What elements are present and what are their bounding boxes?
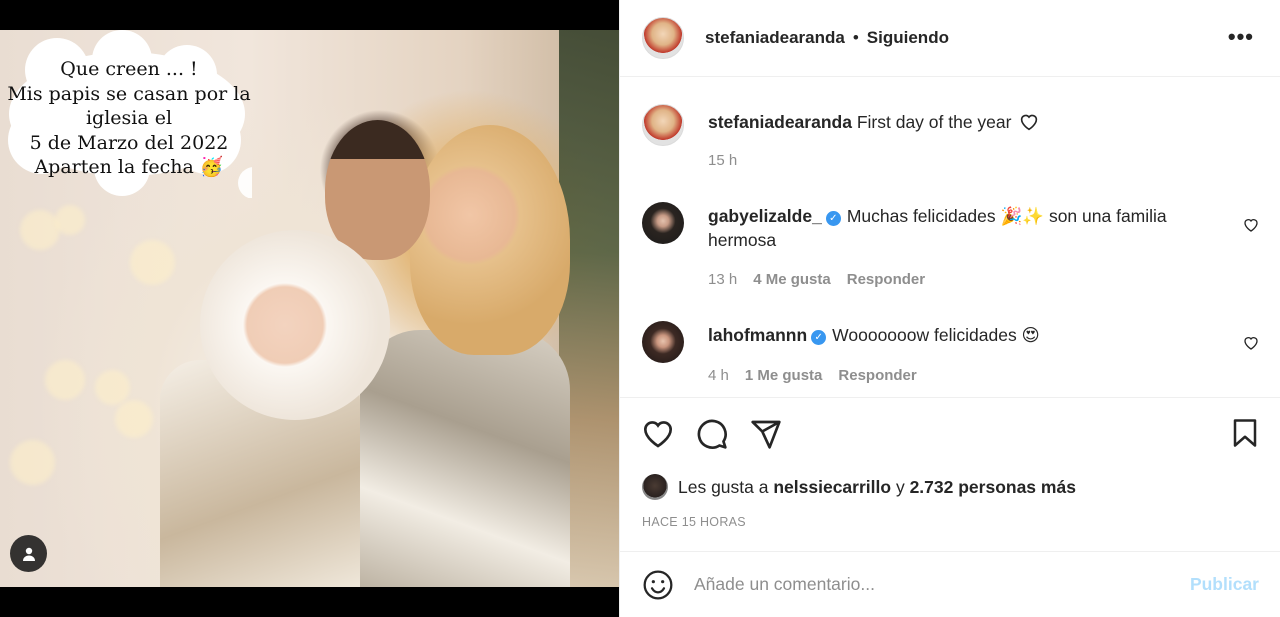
commenter-avatar[interactable] <box>642 202 684 244</box>
baby-figure <box>200 230 390 420</box>
comment-row: lahofmannn ✓ Wooooooow felicidades 😍 <box>642 321 1040 363</box>
like-comment-icon[interactable] <box>1243 217 1259 233</box>
publish-button[interactable]: Publicar <box>1190 574 1259 595</box>
emoji-icon[interactable] <box>642 569 674 601</box>
author-avatar[interactable] <box>642 17 684 59</box>
comment-meta: 13 h 4 Me gusta Responder <box>708 271 925 288</box>
caption-time: 15 h <box>708 152 738 169</box>
likes-summary: Les gusta a nelssiecarrillo y 2.732 pers… <box>642 474 1076 500</box>
liker-avatar[interactable] <box>642 474 668 500</box>
caption-text: First day of the year <box>856 112 1012 132</box>
likes-conj: y <box>895 476 905 497</box>
comment-likes[interactable]: 1 Me gusta <box>745 367 823 384</box>
bokeh-light <box>55 205 85 235</box>
bokeh-light <box>95 370 130 405</box>
comment-icon[interactable] <box>696 418 728 450</box>
comment-composer: Publicar <box>620 551 1280 617</box>
caption-body: stefaniadearanda First day of the year <box>708 110 1039 146</box>
share-icon[interactable] <box>750 418 782 450</box>
bokeh-light <box>130 240 175 285</box>
post-timestamp[interactable]: HACE 15 HORAS <box>642 515 746 529</box>
bubble-line: Mis papis se casan por la <box>7 82 251 105</box>
post-actions: Les gusta a nelssiecarrillo y 2.732 pers… <box>620 397 1280 551</box>
post-sidebar: stefaniadearanda • Siguiendo ••• stefani… <box>619 0 1280 617</box>
separator-dot: • <box>852 28 859 47</box>
man-figure <box>325 120 430 260</box>
reply-button[interactable]: Responder <box>838 367 916 384</box>
woman-coat <box>360 330 570 587</box>
verified-badge-icon: ✓ <box>825 211 841 226</box>
comment-likes[interactable]: 4 Me gusta <box>753 271 831 288</box>
comment-username[interactable]: lahofmannn <box>708 325 807 345</box>
comment-row: gabyelizalde_ ✓ Muchas felicidades 🎉✨ son … <box>642 202 1218 252</box>
liker-username[interactable]: nelssiecarrillo <box>773 477 891 498</box>
bokeh-light <box>115 400 153 438</box>
user-tag-icon[interactable] <box>10 535 47 572</box>
caption-username[interactable]: stefaniadearanda <box>708 112 852 132</box>
post-header: stefaniadearanda • Siguiendo ••• <box>620 0 1280 77</box>
comment-username[interactable]: gabyelizalde_ <box>708 206 822 226</box>
likes-prefix: Les gusta a <box>678 476 769 497</box>
comment-time: 4 h <box>708 367 729 384</box>
bubble-line: 5 de Marzo del 2022 <box>29 131 229 154</box>
comment-body: lahofmannn ✓ Wooooooow felicidades 😍 <box>708 323 1040 363</box>
comment-input[interactable] <box>694 574 1164 595</box>
bubble-line: Aparten la fecha 🥳 <box>34 156 224 178</box>
bokeh-light <box>20 210 60 250</box>
bubble-line: Que creen ... ! <box>60 58 198 80</box>
comments-section: stefaniadearanda First day of the year 1… <box>620 78 1280 396</box>
reply-button[interactable]: Responder <box>847 271 925 288</box>
more-icon[interactable]: ••• <box>1228 24 1254 50</box>
bokeh-light <box>45 360 85 400</box>
bookmark-icon[interactable] <box>1231 418 1259 448</box>
caption-row: stefaniadearanda First day of the year <box>642 104 1039 146</box>
comment-time: 13 h <box>708 271 738 288</box>
comment-meta: 4 h 1 Me gusta Responder <box>708 367 917 384</box>
caption-meta: 15 h <box>708 152 737 169</box>
following-button[interactable]: Siguiendo <box>867 28 949 48</box>
commenter-avatar[interactable] <box>642 321 684 363</box>
likes-others[interactable]: 2.732 personas más <box>910 477 1076 498</box>
author-username[interactable]: stefaniadearanda <box>705 28 845 48</box>
verified-badge-icon: ✓ <box>811 330 827 345</box>
like-comment-icon[interactable] <box>1243 335 1259 351</box>
heart-icon[interactable] <box>642 418 674 450</box>
action-icons <box>642 418 782 450</box>
bokeh-light <box>10 440 55 485</box>
instagram-post: Que creen ... ! Mis papis se casan por l… <box>0 0 1280 617</box>
comment-body: gabyelizalde_ ✓ Muchas felicidades 🎉✨ son … <box>708 204 1218 252</box>
comment-text: Wooooooow felicidades 😍 <box>832 325 1040 345</box>
heart-outline-icon <box>1021 114 1038 131</box>
bubble-line: iglesia el <box>85 107 173 129</box>
bubble-text: Que creen ... ! Mis papis se casan por l… <box>4 57 254 180</box>
post-media: Que creen ... ! Mis papis se casan por l… <box>0 0 619 617</box>
caption-avatar[interactable] <box>642 104 684 146</box>
woman-figure <box>410 125 570 355</box>
